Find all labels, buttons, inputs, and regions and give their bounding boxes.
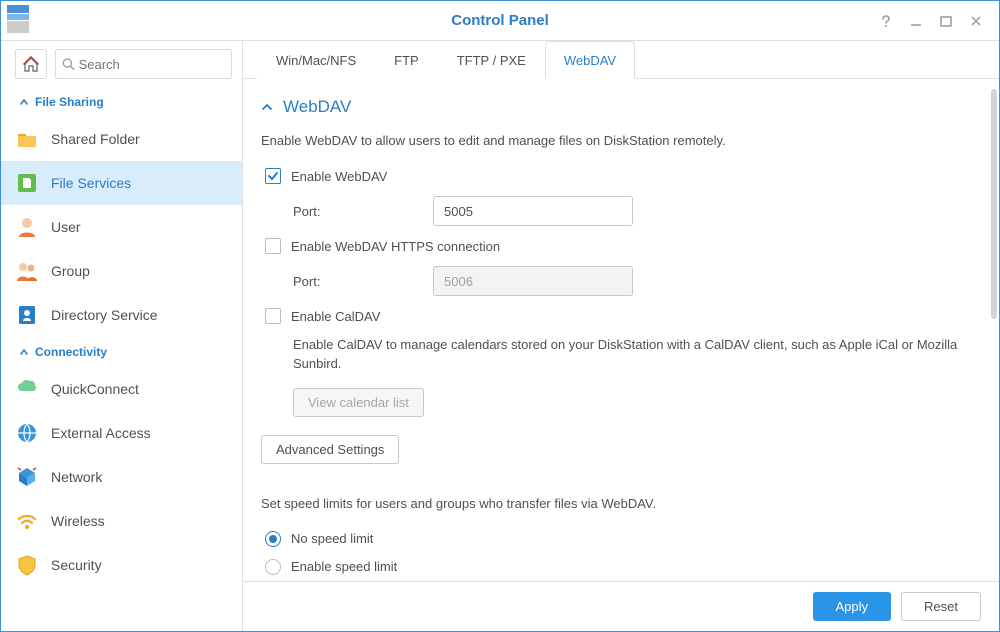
sidebar-item-shared-folder[interactable]: Shared Folder [1, 117, 242, 161]
apply-button[interactable]: Apply [813, 592, 892, 621]
view-calendar-list-button: View calendar list [293, 388, 424, 417]
enable-webdav-label: Enable WebDAV [291, 169, 387, 184]
file-services-icon [15, 171, 39, 195]
window-title: Control Panel [1, 12, 999, 29]
enable-speed-limit-label: Enable speed limit [291, 559, 397, 574]
sidebar-item-label: Shared Folder [51, 131, 140, 147]
speed-description: Set speed limits for users and groups wh… [261, 496, 981, 511]
help-button[interactable] [871, 6, 901, 36]
sidebar-item-label: File Services [51, 175, 131, 191]
sidebar-item-label: External Access [51, 425, 151, 441]
sidebar-item-security[interactable]: Security [1, 543, 242, 587]
sidebar-item-label: Group [51, 263, 90, 279]
security-icon [15, 553, 39, 577]
sidebar-item-label: Security [51, 557, 102, 573]
enable-caldav-checkbox[interactable] [265, 308, 281, 324]
tab-ftp[interactable]: FTP [375, 41, 438, 79]
sidebar-item-label: Network [51, 469, 102, 485]
webdav-https-port-input [433, 266, 633, 296]
https-port-label: Port: [293, 274, 423, 289]
sidebar-item-file-services[interactable]: File Services [1, 161, 242, 205]
external-access-icon [15, 421, 39, 445]
webdav-panel: WebDAV Enable WebDAV to allow users to e… [243, 79, 999, 581]
search-icon [62, 57, 75, 71]
caldav-help-text: Enable CalDAV to manage calendars stored… [261, 330, 981, 388]
sidebar-item-label: User [51, 219, 81, 235]
chevron-up-icon [19, 347, 29, 357]
section-file-sharing[interactable]: File Sharing [1, 87, 242, 117]
chevron-up-icon [19, 97, 29, 107]
sidebar-item-directory-service[interactable]: Directory Service [1, 293, 242, 337]
webdav-port-input[interactable] [433, 196, 633, 226]
enable-caldav-label: Enable CalDAV [291, 309, 380, 324]
section-label: Connectivity [35, 345, 107, 359]
advanced-settings-button[interactable]: Advanced Settings [261, 435, 399, 464]
sidebar-item-label: QuickConnect [51, 381, 139, 397]
reset-button[interactable]: Reset [901, 592, 981, 621]
home-button[interactable] [15, 49, 47, 79]
sidebar-item-wireless[interactable]: Wireless [1, 499, 242, 543]
group-icon [15, 259, 39, 283]
wireless-icon [15, 509, 39, 533]
webdav-description: Enable WebDAV to allow users to edit and… [261, 133, 981, 148]
directory-service-icon [15, 303, 39, 327]
sidebar-item-label: Wireless [51, 513, 105, 529]
enable-speed-limit-radio[interactable] [265, 559, 281, 575]
no-speed-limit-radio[interactable] [265, 531, 281, 547]
panel-heading-label: WebDAV [283, 97, 351, 117]
tab-webdav[interactable]: WebDAV [545, 41, 635, 79]
home-icon [22, 55, 40, 73]
close-button[interactable] [961, 6, 991, 36]
footer: Apply Reset [243, 581, 999, 631]
quickconnect-icon [15, 377, 39, 401]
search-input[interactable] [79, 57, 225, 72]
enable-webdav-checkbox[interactable] [265, 168, 281, 184]
sidebar-item-external-access[interactable]: External Access [1, 411, 242, 455]
no-speed-limit-label: No speed limit [291, 531, 373, 546]
minimize-button[interactable] [901, 6, 931, 36]
maximize-button[interactable] [931, 6, 961, 36]
shared-folder-icon [15, 127, 39, 151]
sidebar-item-group[interactable]: Group [1, 249, 242, 293]
section-label: File Sharing [35, 95, 104, 109]
enable-https-label: Enable WebDAV HTTPS connection [291, 239, 500, 254]
tab-tftp-pxe[interactable]: TFTP / PXE [438, 41, 545, 79]
tab-win-mac-nfs[interactable]: Win/Mac/NFS [257, 41, 375, 79]
sidebar-item-quickconnect[interactable]: QuickConnect [1, 367, 242, 411]
user-icon [15, 215, 39, 239]
sidebar-item-label: Directory Service [51, 307, 158, 323]
sidebar-item-network[interactable]: Network [1, 455, 242, 499]
chevron-up-icon [261, 101, 273, 113]
network-icon [15, 465, 39, 489]
port-label: Port: [293, 204, 423, 219]
sidebar: File Sharing Shared Folder File Services… [1, 41, 243, 631]
enable-https-checkbox[interactable] [265, 238, 281, 254]
sidebar-item-user[interactable]: User [1, 205, 242, 249]
scrollbar[interactable] [991, 89, 997, 571]
search-input-wrap[interactable] [55, 49, 232, 79]
webdav-section-toggle[interactable]: WebDAV [261, 79, 981, 129]
titlebar: Control Panel [1, 1, 999, 41]
check-icon [267, 170, 279, 182]
section-connectivity[interactable]: Connectivity [1, 337, 242, 367]
tabs: Win/Mac/NFS FTP TFTP / PXE WebDAV [243, 41, 999, 79]
